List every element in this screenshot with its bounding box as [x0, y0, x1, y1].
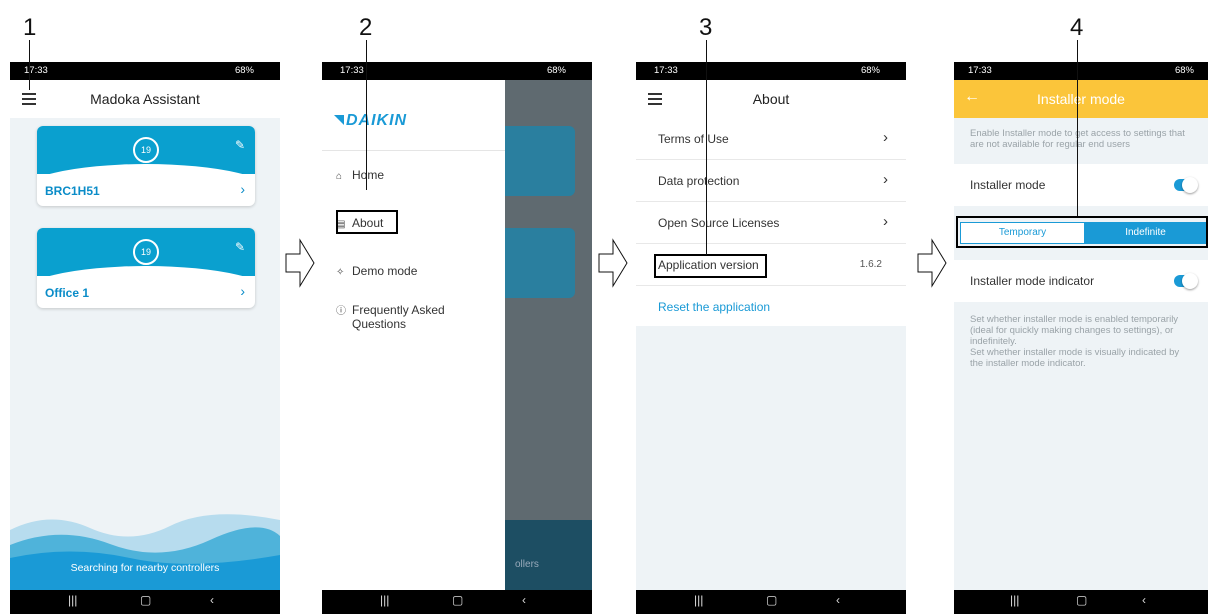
obscured-text: ollers	[515, 559, 539, 570]
status-battery: 68%	[1174, 65, 1194, 76]
edit-pencil-icon[interactable]: ✎	[235, 240, 245, 254]
highlight-segmented-control	[956, 216, 1208, 248]
status-battery: 68%	[860, 65, 880, 76]
page-title: Installer mode	[1037, 91, 1125, 107]
status-bar: 17:33 68%	[322, 62, 592, 80]
back-icon[interactable]: ‹	[210, 593, 214, 607]
installer-mode-description: Set whether installer mode is enabled te…	[970, 314, 1180, 369]
next-step-arrow	[598, 238, 628, 288]
controller-card[interactable]: 19 ✎ BRC1H51 ›	[37, 126, 255, 206]
chevron-right-icon: ›	[883, 171, 888, 188]
phone-screen-1: 17:33 68% Madoka Assistant 19 ✎ BRC1H51 …	[10, 62, 280, 614]
status-time: 17:33	[340, 65, 364, 76]
callout-line-1	[29, 40, 30, 90]
page-title: About	[752, 91, 790, 107]
chevron-right-icon[interactable]: ›	[240, 181, 245, 197]
home-icon[interactable]: ▢	[140, 593, 151, 607]
chevron-right-icon[interactable]: ›	[240, 283, 245, 299]
home-icon[interactable]: ▢	[452, 593, 463, 607]
menu-item-demo-mode[interactable]: ✧ Demo mode	[336, 264, 417, 278]
controller-name: Office 1	[45, 286, 90, 300]
status-battery: 68%	[546, 65, 566, 76]
reset-application-link[interactable]: Reset the application	[658, 300, 770, 314]
app-bar: Madoka Assistant	[10, 80, 280, 118]
step-number-4: 4	[1070, 14, 1084, 41]
callout-line-4	[1077, 40, 1078, 216]
home-icon: ⌂	[336, 171, 343, 182]
status-bar: 17:33 68%	[636, 62, 906, 80]
callout-line-3	[706, 40, 707, 255]
android-nav-bar: ||| ▢ ‹	[636, 590, 906, 614]
back-icon[interactable]: ‹	[1142, 593, 1146, 607]
installer-mode-hint: Enable Installer mode to get access to s…	[970, 128, 1185, 150]
next-step-arrow	[917, 238, 947, 288]
installer-mode-toggle[interactable]	[1174, 177, 1198, 193]
controller-card[interactable]: 19 ✎ Office 1 ›	[37, 228, 255, 308]
highlight-about	[336, 210, 398, 234]
status-time: 17:33	[24, 65, 48, 76]
step-number-3: 3	[699, 14, 713, 41]
help-icon: ⓘ	[336, 306, 346, 317]
dimmed-background[interactable]: ollers	[505, 80, 592, 590]
controller-name: BRC1H51	[45, 184, 100, 198]
chevron-right-icon: ›	[883, 129, 888, 146]
phone-screen-3: 17:33 68% About Terms of Use › Data prot…	[636, 62, 906, 614]
recent-apps-icon[interactable]: |||	[68, 593, 77, 607]
next-step-arrow	[285, 238, 315, 288]
android-nav-bar: ||| ▢ ‹	[10, 590, 280, 614]
searching-status-text: Searching for nearby controllers	[70, 562, 220, 574]
menu-item-home[interactable]: ⌂ Home	[336, 168, 384, 182]
android-nav-bar: ||| ▢ ‹	[322, 590, 592, 614]
edit-pencil-icon[interactable]: ✎	[235, 138, 245, 152]
phone-screen-2: 17:33 68% ollers DAIKIN ⌂ Home ▤ About ✧ De…	[322, 62, 592, 614]
menu-item-faq[interactable]: ⓘ Frequently Asked Questions	[336, 304, 445, 331]
recent-apps-icon[interactable]: |||	[694, 593, 703, 607]
step-number-1: 1	[23, 14, 37, 41]
version-value: 1.6.2	[859, 259, 882, 270]
chevron-right-icon: ›	[883, 213, 888, 230]
app-bar: About	[636, 80, 906, 118]
row-terms-of-use[interactable]: Terms of Use ›	[636, 118, 906, 160]
row-data-protection[interactable]: Data protection ›	[636, 160, 906, 202]
phone-screen-4: 17:33 68% ← Installer mode Enable Instal…	[954, 62, 1208, 614]
drawer-divider	[322, 150, 505, 151]
recent-apps-icon[interactable]: |||	[380, 593, 389, 607]
waves-decoration	[10, 514, 280, 590]
status-bar: 17:33 68%	[954, 62, 1208, 80]
installer-mode-indicator-row: Installer mode indicator	[954, 260, 1208, 302]
recent-apps-icon[interactable]: |||	[1010, 593, 1019, 607]
row-open-source-licenses[interactable]: Open Source Licenses ›	[636, 202, 906, 244]
app-bar: ← Installer mode	[954, 80, 1208, 118]
callout-line-2	[366, 40, 367, 190]
step-number-2: 2	[359, 14, 373, 41]
installer-mode-row: Installer mode	[954, 164, 1208, 206]
temperature-badge: 19	[133, 137, 159, 163]
daikin-logo: DAIKIN	[334, 112, 407, 130]
temperature-badge: 19	[133, 239, 159, 265]
back-icon[interactable]: ‹	[522, 593, 526, 607]
android-nav-bar: ||| ▢ ‹	[954, 590, 1208, 614]
home-icon[interactable]: ▢	[766, 593, 777, 607]
status-bar: 17:33 68%	[10, 62, 280, 80]
instruction-figure: 1 2 3 4 17:33 68% Madoka Assistant 19 ✎ …	[0, 0, 1208, 614]
home-icon[interactable]: ▢	[1076, 593, 1087, 607]
highlight-application-version	[654, 254, 767, 278]
status-time: 17:33	[654, 65, 678, 76]
status-time: 17:33	[968, 65, 992, 76]
back-icon[interactable]: ‹	[836, 593, 840, 607]
navigation-drawer: DAIKIN ⌂ Home ▤ About ✧ Demo mode ⓘ Frequent…	[322, 80, 505, 590]
status-battery: 68%	[234, 65, 254, 76]
demo-icon: ✧	[336, 267, 345, 278]
installer-mode-indicator-toggle[interactable]	[1174, 273, 1198, 289]
page-title: Madoka Assistant	[90, 91, 200, 107]
